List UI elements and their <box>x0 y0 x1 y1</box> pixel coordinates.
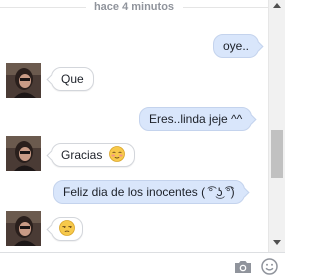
scroll-down-arrow-icon[interactable] <box>273 240 281 245</box>
unamused-emoji-icon <box>59 220 75 236</box>
avatar[interactable] <box>6 211 41 246</box>
message-text: Que <box>61 72 84 86</box>
incoming-message[interactable] <box>46 217 83 241</box>
outgoing-message[interactable]: oye.. <box>213 34 264 58</box>
blush-emoji-icon <box>108 146 125 162</box>
message-text: Feliz dia de los inocentes ( ͡° ͜ʖ ͡°) <box>63 185 235 199</box>
message-text: Gracias <box>61 148 103 162</box>
incoming-message[interactable]: Que <box>46 67 94 91</box>
smiley-icon[interactable] <box>261 258 278 275</box>
avatar[interactable] <box>6 63 41 98</box>
message-input[interactable] <box>4 256 224 278</box>
timestamp-divider-right <box>183 7 268 8</box>
message-composer <box>0 252 285 280</box>
camera-icon[interactable] <box>234 260 252 274</box>
message-text: Eres..linda jeje ^^ <box>149 112 243 126</box>
scrollbar-thumb[interactable] <box>271 130 283 178</box>
message-text: oye.. <box>223 39 250 53</box>
scroll-up-arrow-icon[interactable] <box>273 3 281 8</box>
avatar[interactable] <box>6 136 41 171</box>
outgoing-message[interactable]: Eres..linda jeje ^^ <box>139 107 257 131</box>
incoming-message[interactable]: Gracias <box>46 143 135 167</box>
outgoing-message[interactable]: Feliz dia de los inocentes ( ͡° ͜ʖ ͡°) <box>53 180 250 204</box>
chat-scrollbar[interactable] <box>268 0 285 252</box>
chat-conversation: hace 4 minutos oye.. Que Eres..linda jej… <box>0 0 285 280</box>
